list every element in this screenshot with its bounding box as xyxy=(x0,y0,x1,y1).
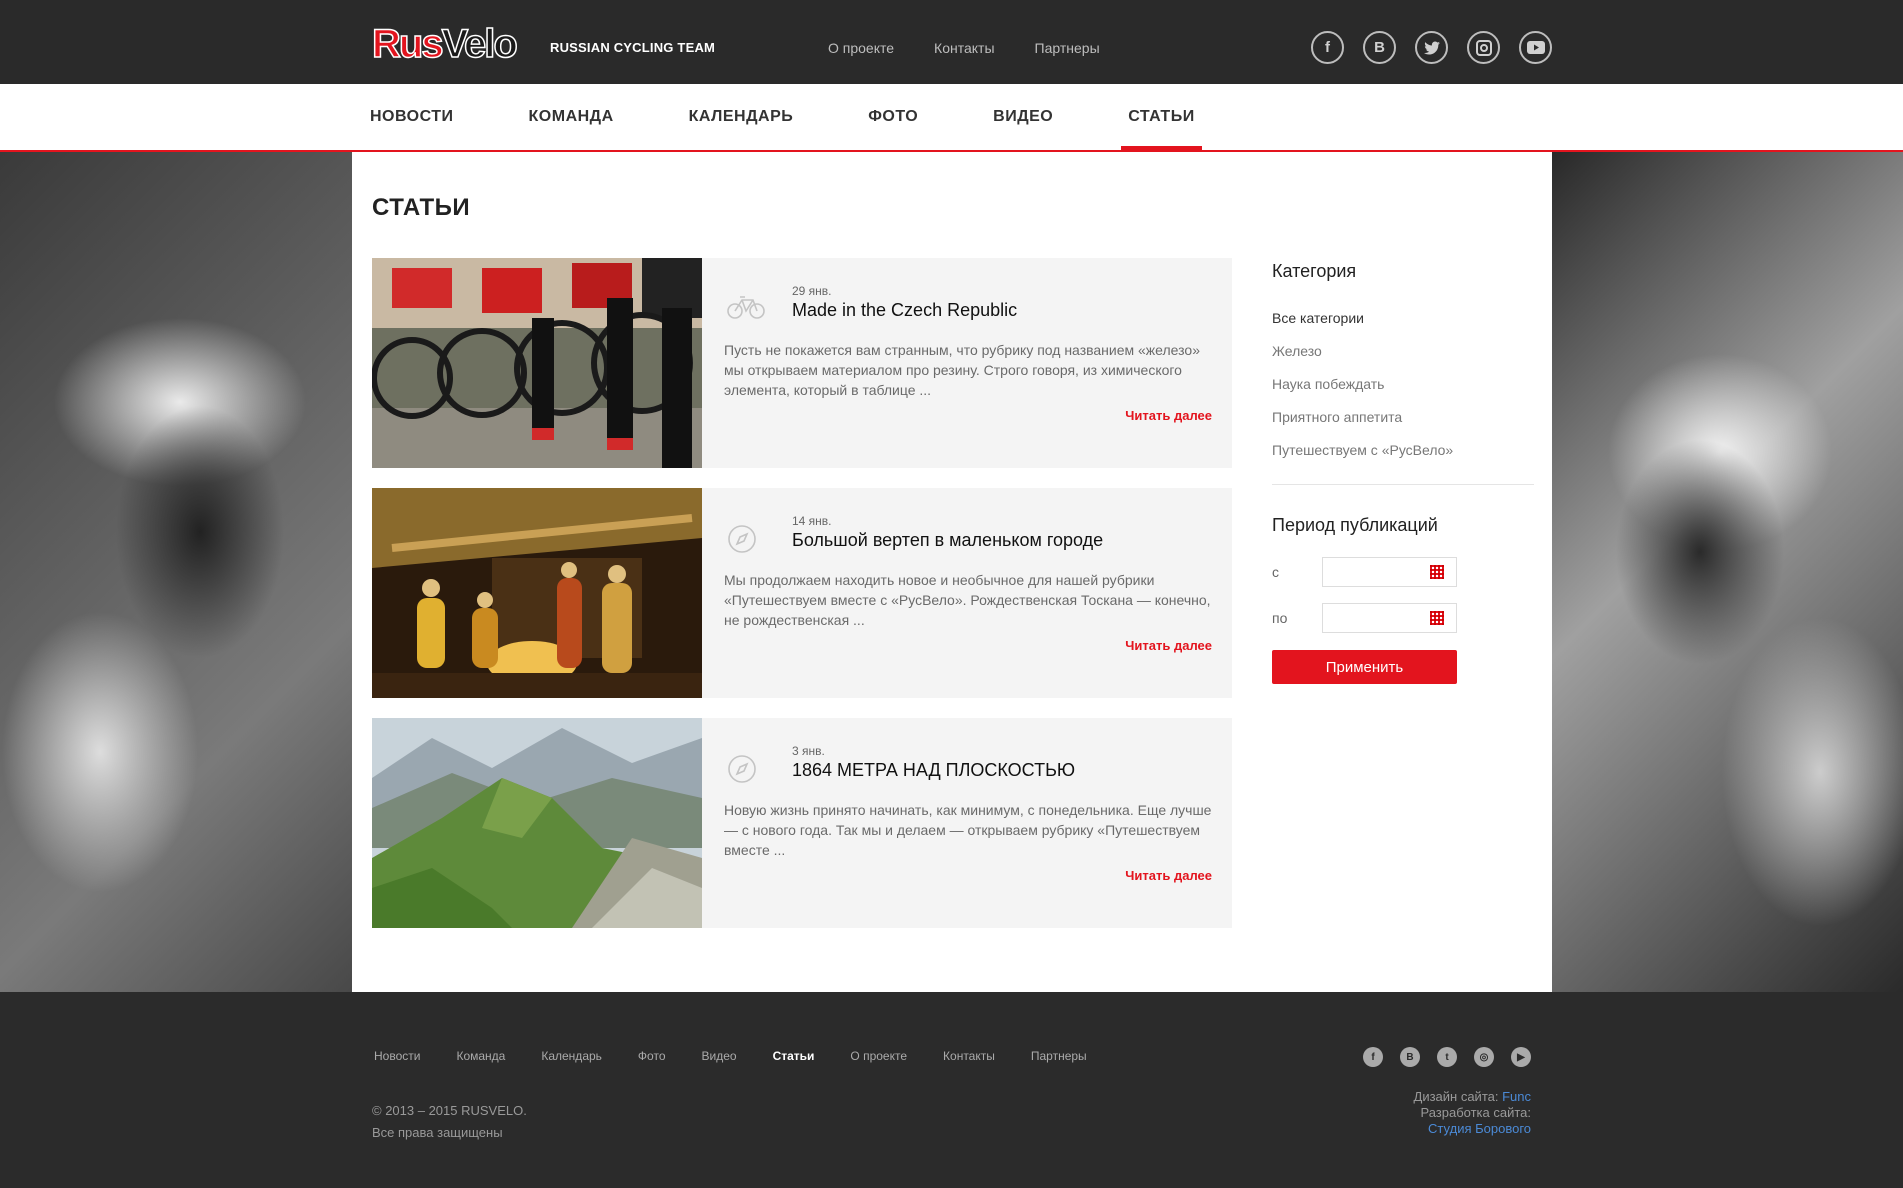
article-excerpt: Мы продолжаем находить новое и необычное… xyxy=(724,572,1211,628)
footer-link-calendar[interactable]: Календарь xyxy=(541,1049,602,1063)
design-label: Дизайн сайта: xyxy=(1413,1089,1499,1104)
top-bar: RusVelo RUSSIAN CYCLING TEAM О проекте К… xyxy=(0,0,1903,84)
article-title[interactable]: Большой вертеп в маленьком городе xyxy=(792,530,1103,551)
facebook-icon[interactable]: f xyxy=(1311,31,1344,64)
article-thumbnail-bikes[interactable] xyxy=(372,258,702,468)
article-title[interactable]: 1864 МЕТРА НАД ПЛОСКОСТЬЮ xyxy=(792,760,1075,781)
vk-icon[interactable]: B xyxy=(1400,1047,1420,1067)
date-from-input[interactable] xyxy=(1322,557,1457,587)
nav-label: КАЛЕНДАРЬ xyxy=(688,108,794,125)
nav-label: ФОТО xyxy=(868,108,919,125)
footer: Новости Команда Календарь Фото Видео Ста… xyxy=(0,992,1903,1188)
article-card[interactable]: 14 янв. Большой вертеп в маленьком город… xyxy=(372,488,1232,698)
nav-item-video[interactable]: ВИДЕО xyxy=(993,84,1053,150)
nav-label: КОМАНДА xyxy=(528,108,614,125)
footer-link-articles[interactable]: Статьи xyxy=(773,1049,815,1063)
logo[interactable]: RusVelo xyxy=(371,22,519,66)
footer-link-photo[interactable]: Фото xyxy=(638,1049,666,1063)
category-item-travel[interactable]: Путешествуем с «РусВело» xyxy=(1272,434,1534,467)
period-heading: Период публикаций xyxy=(1272,515,1438,535)
top-nav: О проекте Контакты Партнеры xyxy=(828,40,1100,56)
article-list: 29 янв. Made in the Czech Republic Пусть… xyxy=(372,258,1232,948)
footer-social-links: f B t ◎ ▶ xyxy=(1363,1047,1531,1067)
article-card[interactable]: 29 янв. Made in the Czech Republic Пусть… xyxy=(372,258,1232,468)
article-thumbnail-nativity[interactable] xyxy=(372,488,702,698)
calendar-icon[interactable] xyxy=(1430,565,1444,579)
social-links: f B xyxy=(1311,31,1552,64)
category-item-science[interactable]: Наука побеждать xyxy=(1272,368,1534,401)
copyright-text: © 2013 – 2015 RUSVELO. xyxy=(372,1103,527,1118)
nav-label: СТАТЬИ xyxy=(1128,108,1195,125)
date-to-input[interactable] xyxy=(1322,603,1457,633)
read-more-link[interactable]: Читать далее xyxy=(1125,408,1212,423)
date-from-label: с xyxy=(1272,564,1279,580)
article-title[interactable]: Made in the Czech Republic xyxy=(792,300,1017,321)
footer-link-partners[interactable]: Партнеры xyxy=(1031,1049,1087,1063)
nav-item-articles[interactable]: СТАТЬИ xyxy=(1121,84,1203,152)
footer-link-news[interactable]: Новости xyxy=(374,1049,420,1063)
footer-link-about[interactable]: О проекте xyxy=(850,1049,907,1063)
nav-item-photo[interactable]: ФОТО xyxy=(868,84,918,150)
category-item-all[interactable]: Все категории xyxy=(1272,302,1534,335)
sidebar: Категория Все категории Железо Наука поб… xyxy=(1272,258,1534,684)
nav-label: НОВОСТИ xyxy=(370,108,454,125)
dev-label: Разработка сайта: xyxy=(1420,1105,1531,1120)
nav-item-team[interactable]: КОМАНДА xyxy=(529,84,614,150)
page-title: СТАТЬИ xyxy=(372,194,471,221)
article-excerpt: Новую жизнь принято начинать, как миниму… xyxy=(724,802,1212,858)
facebook-icon[interactable]: f xyxy=(1363,1047,1383,1067)
bicycle-icon xyxy=(727,294,765,324)
article-date: 29 янв. xyxy=(792,284,832,298)
nav-item-calendar[interactable]: КАЛЕНДАРЬ xyxy=(689,84,794,150)
article-thumbnail-mountains[interactable] xyxy=(372,718,702,928)
read-more-link[interactable]: Читать далее xyxy=(1125,638,1212,653)
vk-icon[interactable]: B xyxy=(1363,31,1396,64)
article-date: 3 янв. xyxy=(792,744,825,758)
footer-nav: Новости Команда Календарь Фото Видео Ста… xyxy=(374,1049,1087,1063)
article-date: 14 янв. xyxy=(792,514,832,528)
design-link[interactable]: Func xyxy=(1502,1089,1531,1104)
content-panel: СТАТЬИ 29 янв. Made in the Czech Republi… xyxy=(352,152,1552,992)
instagram-icon[interactable] xyxy=(1467,31,1500,64)
instagram-icon[interactable]: ◎ xyxy=(1474,1047,1494,1067)
category-item-appetite[interactable]: Приятного аппетита xyxy=(1272,401,1534,434)
read-more-link[interactable]: Читать далее xyxy=(1125,868,1212,883)
article-card[interactable]: 3 янв. 1864 МЕТРА НАД ПЛОСКОСТЬЮ Новую ж… xyxy=(372,718,1232,928)
calendar-icon[interactable] xyxy=(1430,611,1444,625)
rights-text: Все права защищены xyxy=(372,1125,503,1140)
sidebar-divider xyxy=(1272,484,1534,485)
twitter-icon[interactable] xyxy=(1415,31,1448,64)
footer-link-video[interactable]: Видео xyxy=(702,1049,737,1063)
main-nav: НОВОСТИ КОМАНДА КАЛЕНДАРЬ ФОТО ВИДЕО СТА… xyxy=(0,84,1903,152)
category-list: Все категории Железо Наука побеждать При… xyxy=(1272,302,1534,467)
logo-velo: Velo xyxy=(441,22,519,66)
category-item-hardware[interactable]: Железо xyxy=(1272,335,1534,368)
apply-button[interactable]: Применить xyxy=(1272,650,1457,684)
twitter-icon[interactable]: t xyxy=(1437,1047,1457,1067)
compass-icon xyxy=(727,754,763,784)
date-to-row: по xyxy=(1272,602,1534,634)
footer-link-team[interactable]: Команда xyxy=(456,1049,505,1063)
date-to-label: по xyxy=(1272,610,1288,626)
top-link-contacts[interactable]: Контакты xyxy=(934,40,994,56)
top-link-partners[interactable]: Партнеры xyxy=(1035,40,1100,56)
copyright: © 2013 – 2015 RUSVELO. Все права защищен… xyxy=(372,1100,527,1144)
tagline: RUSSIAN CYCLING TEAM xyxy=(550,40,716,55)
logo-rus: Rus xyxy=(371,22,444,66)
nav-item-news[interactable]: НОВОСТИ xyxy=(370,84,454,150)
top-link-about[interactable]: О проекте xyxy=(828,40,894,56)
youtube-icon[interactable]: ▶ xyxy=(1511,1047,1531,1067)
credits: Дизайн сайта: Func Разработка сайта: Сту… xyxy=(1414,1089,1531,1137)
nav-label: ВИДЕО xyxy=(993,108,1054,125)
category-heading: Категория xyxy=(1272,261,1357,281)
footer-link-contacts[interactable]: Контакты xyxy=(943,1049,995,1063)
article-excerpt: Пусть не покажется вам странным, что руб… xyxy=(724,342,1200,398)
compass-icon xyxy=(727,524,763,554)
date-from-row: с xyxy=(1272,556,1534,588)
youtube-icon[interactable] xyxy=(1519,31,1552,64)
dev-link[interactable]: Студия Борового xyxy=(1414,1121,1531,1137)
